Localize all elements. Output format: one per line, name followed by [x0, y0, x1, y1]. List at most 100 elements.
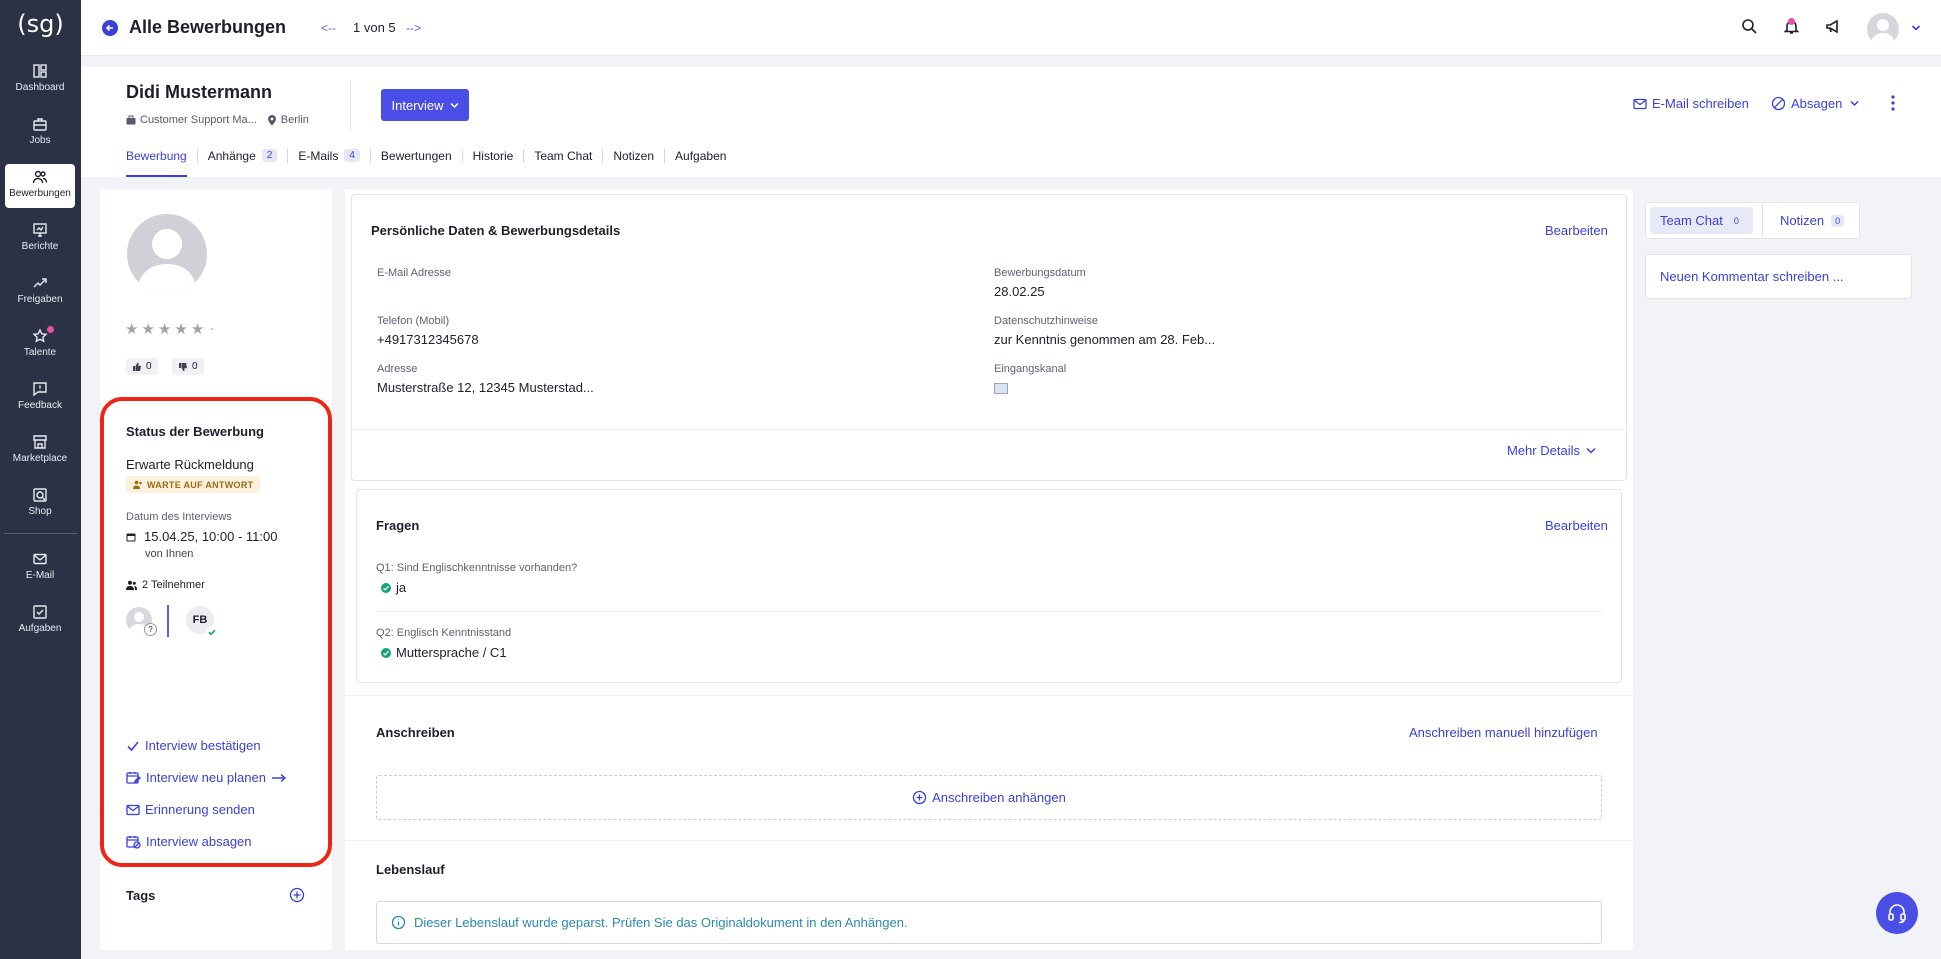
reject-button[interactable]: Absagen: [1771, 96, 1859, 111]
back-button[interactable]: [102, 20, 118, 36]
star-icon: [32, 328, 48, 343]
add-tag-button[interactable]: [289, 887, 305, 903]
send-reminder-button[interactable]: Erinnerung senden: [126, 802, 255, 817]
candidate-summary-panel: ★ ★ ★ ★ ★ - 0 0 Status der Bewerbung Erw…: [100, 189, 332, 950]
participants-label: 2 Teilnehmer: [142, 579, 205, 591]
tab-emails[interactable]: E-Mails 4: [298, 147, 360, 177]
computer-icon: [994, 383, 1008, 394]
like-button[interactable]: 0: [126, 358, 158, 375]
interview-date: 15.04.25, 10:00 - 11:00: [126, 529, 277, 544]
notification-dot: [47, 326, 54, 333]
star-icon[interactable]: ★: [141, 320, 154, 338]
like-count: 0: [146, 361, 152, 372]
address-label: Adresse: [377, 363, 418, 375]
sidebar-item-freigaben[interactable]: Freigaben: [5, 270, 75, 314]
tab-aufgaben[interactable]: Aufgaben: [675, 147, 726, 177]
tab-count: 2: [261, 149, 278, 162]
job-title[interactable]: Customer Support Ma...: [140, 114, 257, 126]
confirm-interview-button[interactable]: Interview bestätigen: [126, 738, 261, 753]
sidebar-item-berichte[interactable]: Berichte: [5, 217, 75, 261]
sidebar-item-label: Feedback: [18, 400, 62, 411]
cover-letter-title: Anschreiben: [376, 725, 455, 740]
cancel-interview-button[interactable]: Interview absagen: [126, 834, 252, 849]
sidebar-item-dashboard[interactable]: Dashboard: [5, 58, 75, 102]
location-pin-icon: [267, 114, 276, 125]
new-comment-input[interactable]: Neuen Kommentar schreiben ...: [1645, 254, 1912, 299]
user-menu-toggle[interactable]: [1911, 24, 1921, 32]
status-text: Erwarte Rückmeldung: [126, 457, 254, 472]
more-options-button[interactable]: [1891, 95, 1895, 111]
arrow-right-icon: [271, 773, 287, 782]
tab-separator: [461, 149, 463, 163]
edit-personal-details-button[interactable]: Bearbeiten: [1545, 223, 1608, 238]
reschedule-interview-button[interactable]: Interview neu planen: [126, 770, 287, 785]
tab-anhaenge[interactable]: Anhänge 2: [208, 147, 278, 177]
candidate-avatar[interactable]: [127, 214, 207, 294]
sidebar-item-talente[interactable]: Talente: [5, 323, 75, 367]
tab-notizen[interactable]: Notizen: [613, 147, 654, 177]
tab-bewerbung[interactable]: Bewerbung: [126, 147, 187, 177]
comment-tabs: Team Chat 0 Notizen 0: [1645, 202, 1860, 239]
interview-date-label: Datum des Interviews: [126, 511, 232, 523]
sidebar-item-jobs[interactable]: Jobs: [5, 111, 75, 155]
announcements-button[interactable]: [1825, 18, 1842, 35]
app-logo[interactable]: (sg): [0, 10, 81, 38]
star-icon[interactable]: ★: [191, 320, 204, 338]
ban-icon: [1771, 96, 1786, 111]
star-icon[interactable]: ★: [125, 320, 138, 338]
search-button[interactable]: [1741, 18, 1758, 35]
status-badge: WARTE AUF ANTWORT: [126, 476, 261, 493]
confirm-interview-label: Interview bestätigen: [145, 738, 261, 753]
cv-title: Lebenslauf: [376, 862, 445, 877]
add-cover-letter-manually-button[interactable]: Anschreiben manuell hinzufügen: [1409, 725, 1598, 740]
chevron-down-icon: [449, 102, 459, 108]
user-avatar[interactable]: [1867, 13, 1899, 45]
chart-icon: [33, 223, 47, 237]
sidebar-item-label: E-Mail: [25, 570, 55, 581]
dashboard-icon: [33, 64, 47, 78]
question-2: Q2: Englisch Kenntnisstand: [376, 627, 512, 639]
sidebar-item-email[interactable]: E-Mail: [5, 546, 75, 590]
tasks-icon: [33, 605, 47, 619]
attach-cover-letter-dropzone[interactable]: Anschreiben anhängen: [376, 775, 1602, 820]
mail-icon: [33, 553, 47, 565]
tab-label: Bewerbung: [126, 149, 187, 163]
edit-questions-button[interactable]: Bearbeiten: [1545, 518, 1608, 533]
tab-bewertungen[interactable]: Bewertungen: [381, 147, 452, 177]
star-icon[interactable]: ★: [174, 320, 187, 338]
send-reminder-label: Erinnerung senden: [145, 802, 255, 817]
tab-separator: [287, 149, 289, 163]
support-chat-button[interactable]: [1876, 892, 1918, 934]
sidebar-item-marketplace[interactable]: Marketplace: [5, 429, 75, 473]
rating-stars[interactable]: ★ ★ ★ ★ ★ -: [125, 320, 214, 338]
tab-separator: [602, 149, 604, 163]
questions-title: Fragen: [376, 518, 420, 533]
write-email-button[interactable]: E-Mail schreiben: [1633, 96, 1749, 111]
sidebar-item-bewerbungen[interactable]: Bewerbungen: [5, 164, 75, 208]
tab-team-chat-panel[interactable]: Team Chat 0: [1650, 207, 1753, 234]
stage-dropdown-button[interactable]: Interview: [381, 89, 469, 121]
phone-value[interactable]: +4917312345678: [377, 332, 479, 347]
megaphone-icon: [1826, 19, 1838, 34]
sidebar-item-label: Dashboard: [15, 82, 65, 93]
page-title: Alle Bewerbungen: [129, 17, 287, 37]
sidebar-item-feedback[interactable]: Feedback: [5, 376, 75, 420]
calendar-icon: [126, 533, 136, 541]
next-application-link[interactable]: -->: [406, 21, 421, 35]
tab-historie[interactable]: Historie: [473, 147, 514, 177]
star-icon[interactable]: ★: [158, 320, 171, 338]
email-label: E-Mail Adresse: [377, 267, 451, 279]
mail-icon: [126, 804, 140, 815]
sidebar-item-aufgaben[interactable]: Aufgaben: [5, 599, 75, 643]
sidebar-item-label: Berichte: [21, 241, 59, 252]
write-email-label: E-Mail schreiben: [1652, 96, 1749, 111]
previous-application-link[interactable]: <--: [321, 21, 336, 35]
interview-date-value: 15.04.25, 10:00 - 11:00: [144, 529, 278, 544]
dislike-button[interactable]: 0: [172, 358, 204, 375]
sidebar-item-shop[interactable]: Shop: [5, 482, 75, 526]
tab-team-chat[interactable]: Team Chat: [534, 147, 592, 177]
chevron-down-icon: [1850, 100, 1859, 107]
candidate-meta: Customer Support Ma... Berlin: [126, 114, 309, 126]
tab-notes-panel[interactable]: Notizen 0: [1770, 207, 1854, 234]
more-details-button[interactable]: Mehr Details: [1507, 443, 1596, 458]
